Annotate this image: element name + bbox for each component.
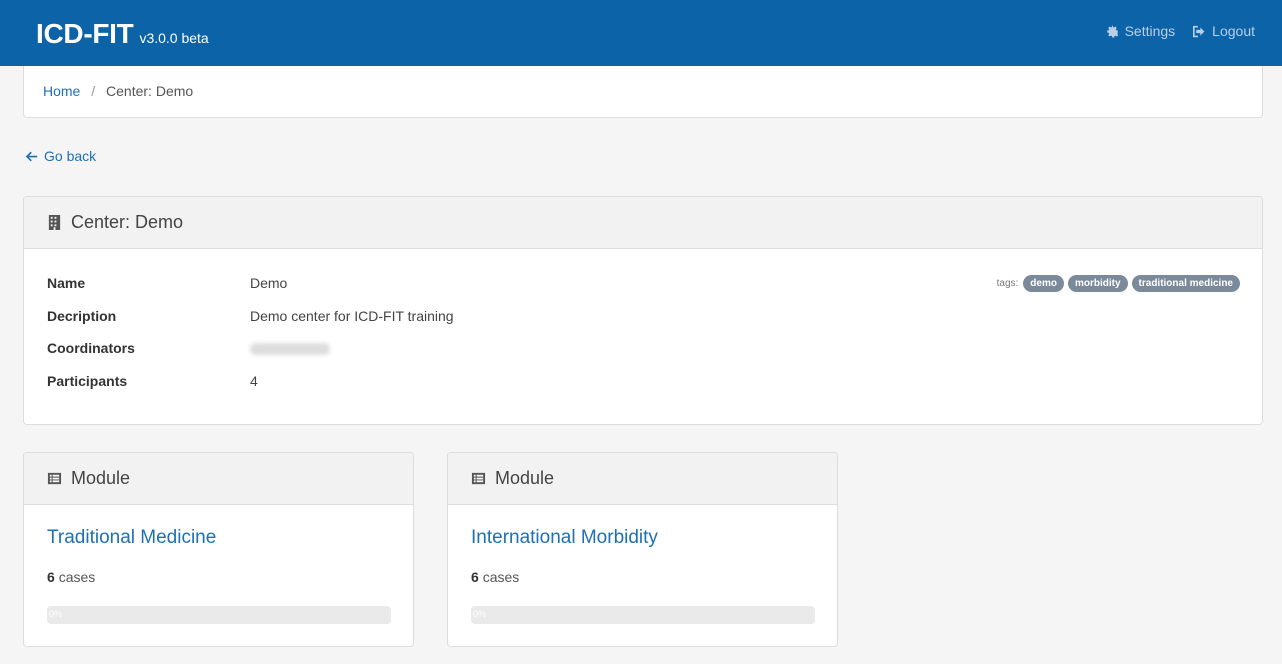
detail-value: 4	[250, 372, 258, 389]
detail-row-name: Name Demo	[47, 275, 454, 308]
center-panel: Center: Demo Name Demo Decription Demo c…	[23, 196, 1263, 425]
cases-label: cases	[58, 569, 96, 585]
detail-label: Coordinators	[47, 340, 135, 356]
center-panel-heading: Center: Demo	[24, 197, 1262, 249]
detail-row-participants: Participants 4	[47, 373, 454, 406]
brand-name: ICD-FIT	[36, 18, 134, 49]
detail-label: Decription	[47, 307, 117, 324]
gear-icon	[1106, 24, 1118, 38]
module-panel-heading: Module	[448, 453, 837, 505]
redacted-blur	[250, 343, 330, 355]
breadcrumb: Home / Center: Demo	[23, 66, 1263, 118]
brand-version: v3.0.0 beta	[139, 30, 209, 46]
list-icon	[471, 472, 486, 485]
breadcrumb-home[interactable]: Home	[43, 83, 80, 99]
top-navbar: ICD-FIT v3.0.0 beta Settings Logout	[0, 0, 1282, 66]
go-back-link[interactable]: Go back	[25, 148, 96, 164]
detail-value: Demo center for ICD-FIT training	[250, 307, 454, 324]
detail-label: Participants	[47, 372, 128, 389]
module-cases: 6 cases	[47, 569, 95, 585]
center-panel-title: Center: Demo	[71, 212, 184, 232]
settings-label: Settings	[1124, 23, 1176, 39]
cases-label: cases	[482, 569, 520, 585]
module-title-link[interactable]: International Morbidity	[471, 527, 658, 549]
cases-count: 6	[471, 569, 479, 585]
center-details: Name Demo Decription Demo center for ICD…	[47, 275, 454, 405]
detail-row-coordinators: Coordinators	[47, 340, 454, 373]
settings-link[interactable]: Settings	[1106, 23, 1176, 39]
arrow-left-icon	[25, 151, 38, 161]
logout-label: Logout	[1212, 23, 1255, 39]
logout-link[interactable]: Logout	[1193, 23, 1255, 39]
tag-badge: morbidity	[1067, 275, 1128, 292]
tag-badge: demo	[1023, 275, 1064, 292]
progress-bar: 0%	[471, 606, 815, 624]
detail-label: Name	[47, 275, 86, 291]
tag-badge: traditional medicine	[1131, 275, 1240, 292]
module-title-link[interactable]: Traditional Medicine	[47, 527, 216, 549]
detail-row-description: Decription Demo center for ICD-FIT train…	[47, 308, 454, 341]
tags-label: tags:	[996, 278, 1019, 289]
building-icon	[48, 215, 61, 230]
logout-icon	[1193, 25, 1205, 37]
module-panel: Module Traditional Medicine 6 cases 0%	[23, 452, 414, 647]
navbar-actions: Settings Logout	[1106, 23, 1255, 39]
module-cases: 6 cases	[471, 569, 519, 585]
progress-bar: 0%	[47, 606, 391, 624]
cases-count: 6	[47, 569, 55, 585]
detail-value: Demo	[250, 275, 288, 291]
module-heading: Module	[71, 468, 131, 488]
go-back-label: Go back	[44, 148, 97, 164]
module-panel: Module International Morbidity 6 cases 0…	[447, 452, 838, 647]
brand-link[interactable]: ICD-FIT v3.0.0 beta	[36, 18, 209, 50]
progress-label: 0%	[49, 609, 63, 619]
module-panel-heading: Module	[24, 453, 413, 505]
coordinator-name-redacted	[250, 340, 330, 358]
module-heading: Module	[495, 468, 555, 488]
breadcrumb-separator: /	[91, 83, 96, 99]
tags-list: tags: demo morbidity traditional medicin…	[997, 275, 1240, 292]
list-icon	[47, 472, 62, 485]
breadcrumb-current: Center: Demo	[106, 83, 194, 99]
progress-label: 0%	[473, 609, 487, 619]
